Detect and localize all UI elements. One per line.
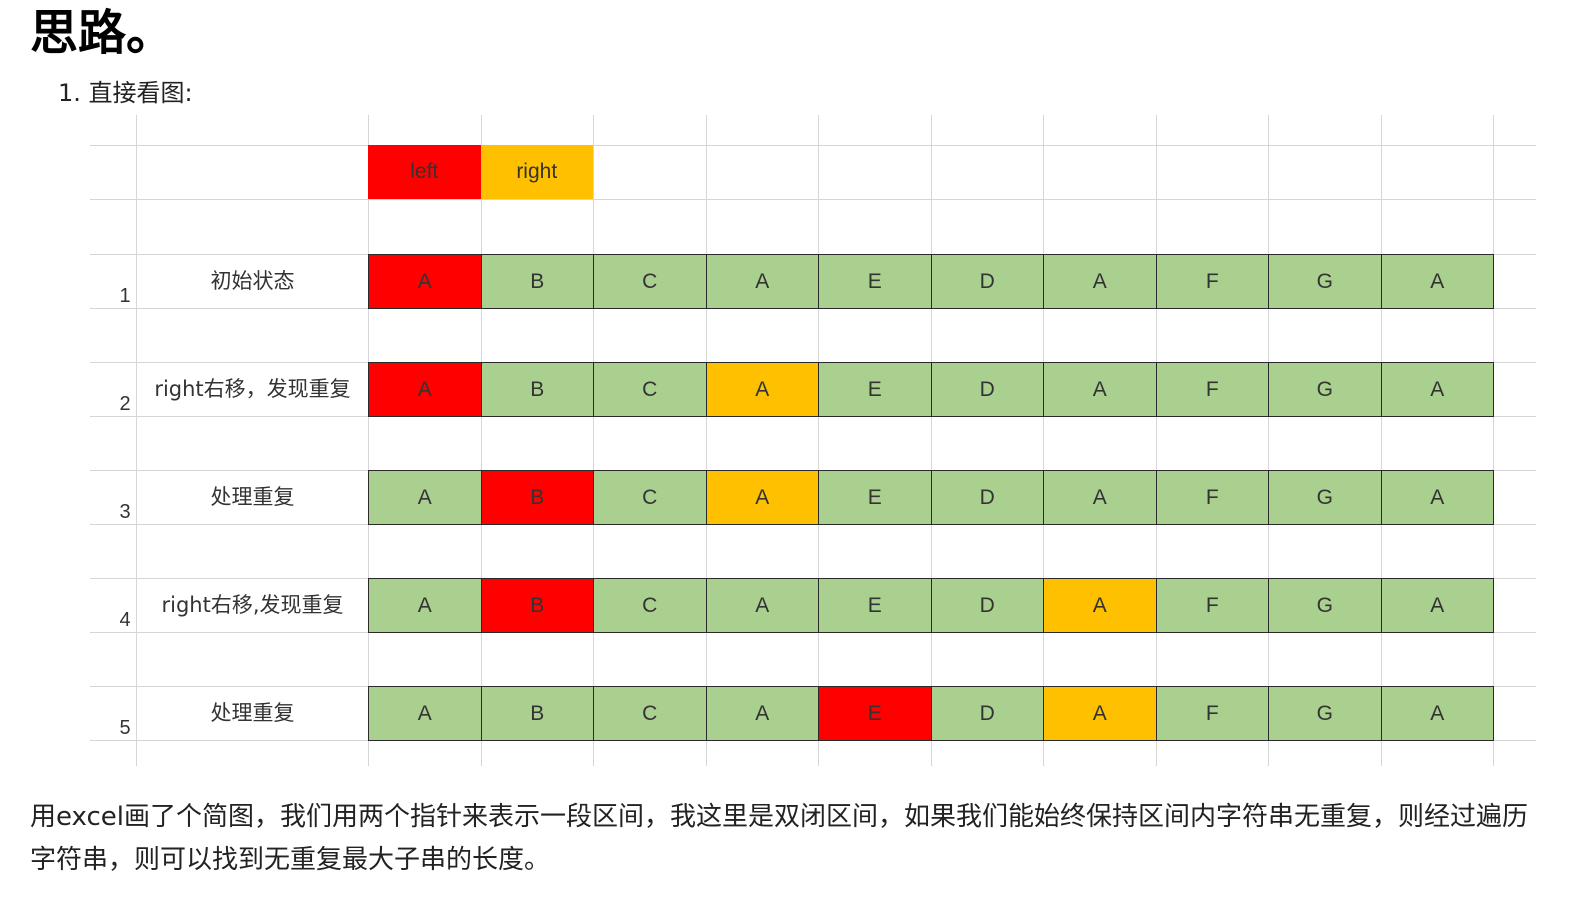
- string-cell: A: [1043, 686, 1157, 741]
- gridline-vertical: [481, 115, 482, 766]
- string-cell: D: [930, 362, 1044, 417]
- string-cell: C: [593, 470, 707, 525]
- gridline-vertical: [368, 115, 369, 766]
- gridline-vertical: [706, 115, 707, 766]
- string-cell: G: [1268, 470, 1382, 525]
- explanation-paragraph: 用excel画了个简图，我们用两个指针来表示一段区间，我这里是双闭区间，如果我们…: [30, 802, 1528, 875]
- row-label: right右移,发现重复: [161, 593, 344, 617]
- gridline-vertical: [593, 115, 594, 766]
- string-cell: A: [705, 254, 819, 309]
- string-cell: D: [930, 686, 1044, 741]
- string-cell: E: [818, 686, 932, 741]
- string-cell: D: [930, 254, 1044, 309]
- string-cell: A: [1043, 470, 1157, 525]
- row-label: right右移，发现重复: [154, 377, 351, 401]
- string-cell: G: [1268, 254, 1382, 309]
- string-cell: F: [1155, 254, 1269, 309]
- gridline-vertical: [1043, 115, 1044, 766]
- string-cell: F: [1155, 686, 1269, 741]
- string-cell: G: [1268, 362, 1382, 417]
- gridline-horizontal: [90, 199, 1536, 200]
- string-cell: D: [930, 470, 1044, 525]
- string-cell: B: [480, 362, 594, 417]
- string-cell: F: [1155, 362, 1269, 417]
- string-cell: A: [368, 470, 482, 525]
- string-cell: D: [930, 578, 1044, 633]
- string-cell: F: [1155, 578, 1269, 633]
- legend-right-swatch: right: [480, 145, 593, 199]
- row-number: 2: [119, 393, 131, 415]
- string-cell: G: [1268, 686, 1382, 741]
- gridline-vertical: [1493, 115, 1494, 766]
- row-number: 5: [119, 717, 131, 739]
- string-cell: A: [705, 362, 819, 417]
- string-cell: A: [1380, 470, 1494, 525]
- string-cell: C: [593, 686, 707, 741]
- row-number: 3: [119, 501, 131, 523]
- string-cell: E: [818, 362, 932, 417]
- row-number: 4: [119, 609, 131, 631]
- legend-left-swatch: left: [368, 145, 481, 199]
- string-cell: A: [1043, 254, 1157, 309]
- string-cell: G: [1268, 578, 1382, 633]
- row-label: 处理重复: [210, 701, 295, 725]
- string-cell: A: [705, 578, 819, 633]
- gridline-horizontal: [90, 145, 1536, 146]
- row-label: 处理重复: [210, 485, 295, 509]
- string-cell: A: [1043, 578, 1157, 633]
- row-label: 初始状态: [210, 269, 295, 293]
- string-cell: A: [705, 470, 819, 525]
- gridline-vertical: [818, 115, 819, 766]
- string-cell: A: [368, 254, 482, 309]
- string-cell: A: [368, 362, 482, 417]
- string-cell: C: [593, 254, 707, 309]
- string-cell: C: [593, 362, 707, 417]
- string-cell: B: [480, 578, 594, 633]
- string-cell: A: [1380, 254, 1494, 309]
- string-cell: F: [1155, 470, 1269, 525]
- gridline-vertical: [1268, 115, 1269, 766]
- string-cell: E: [818, 254, 932, 309]
- string-cell: B: [480, 254, 594, 309]
- gridline-vertical: [1156, 115, 1157, 766]
- sliding-window-figure: left right 1 初始状态 A B C A E D A F G A 2 right右移，发现重复 A B C…: [0, 0, 1584, 912]
- string-cell: A: [1043, 362, 1157, 417]
- string-cell: A: [368, 578, 482, 633]
- string-cell: B: [480, 686, 594, 741]
- string-cell: A: [368, 686, 482, 741]
- string-cell: A: [1380, 578, 1494, 633]
- string-cell: C: [593, 578, 707, 633]
- row-number: 1: [119, 285, 131, 307]
- gridline-vertical: [1381, 115, 1382, 766]
- string-cell: E: [818, 470, 932, 525]
- gridline-vertical: [931, 115, 932, 766]
- string-cell: A: [1380, 686, 1494, 741]
- string-cell: E: [818, 578, 932, 633]
- gridline-vertical: [136, 115, 137, 766]
- string-cell: A: [705, 686, 819, 741]
- string-cell: B: [480, 470, 594, 525]
- string-cell: A: [1380, 362, 1494, 417]
